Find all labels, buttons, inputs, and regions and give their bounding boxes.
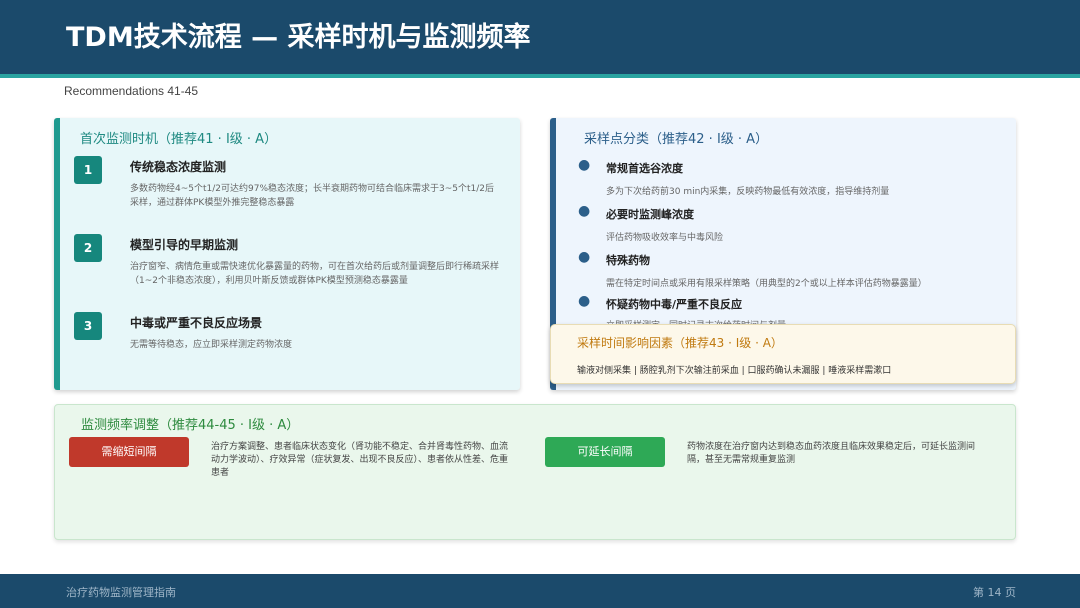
bullet-icon: ● (578, 249, 591, 265)
item-number-badge: 3 (74, 312, 102, 340)
first-monitoring-card: 首次监测时机（推荐41 · Ⅰ级 · A） 1 传统稳态浓度监测 多数药物经4~… (54, 118, 520, 390)
sampling-point-desc: 需在特定时间点或采用有限采样策略（用典型的2个或以上样本评估药物暴露量） (606, 279, 927, 289)
page-title: TDM技术流程 — 采样时机与监测频率 (66, 22, 531, 53)
sampling-point-title: 必要时监测峰浓度 (606, 208, 694, 221)
shorten-interval-tag: 需缩短间隔 (69, 437, 189, 467)
item-title: 传统稳态浓度监测 (130, 160, 227, 174)
sampling-point-title: 常规首选谷浓度 (606, 162, 683, 175)
bullet-icon: ● (578, 203, 591, 219)
item-number-badge: 1 (74, 156, 102, 184)
header-accent-line (0, 74, 1080, 78)
bullet-icon: ● (578, 157, 591, 173)
page-subtitle: Recommendations 41-45 (64, 84, 199, 98)
sampling-point-title: 特殊药物 (606, 254, 650, 267)
sampling-point-title: 怀疑药物中毒/严重不良反应 (606, 298, 743, 311)
item-description: 多数药物经4~5个t1/2可达约97%稳态浓度；长半衰期药物可结合临床需求于3~… (130, 184, 495, 208)
extend-interval-tag: 可延长间隔 (545, 437, 665, 467)
monitoring-frequency-heading: 监测频率调整（推荐44-45 · Ⅰ级 · A） (81, 418, 300, 433)
monitoring-frequency-card: 监测频率调整（推荐44-45 · Ⅰ级 · A） 需缩短间隔 治疗方案调整、患者… (54, 404, 1016, 540)
sampling-points-heading: 采样点分类（推荐42 · Ⅰ级 · A） (584, 132, 769, 147)
item-title: 模型引导的早期监测 (130, 238, 239, 252)
footer-doc-title: 治疗药物监测管理指南 (66, 586, 176, 599)
first-monitoring-heading: 首次监测时机（推荐41 · Ⅰ级 · A） (80, 132, 278, 147)
sampling-factors-text: 输液对侧采集 | 肠腔乳剂下次输注前采血 | 口服药确认未漏服 | 唾液采样需漱… (577, 366, 892, 376)
bullet-icon: ● (578, 293, 591, 309)
item-description: 治疗窗窄、病情危重或需快速优化暴露量的药物，可在首次给药后或剂量调整后即行稀疏采… (130, 262, 500, 286)
sampling-point-desc: 多为下次给药前30 min内采集，反映药物最低有效浓度，指导维持剂量 (606, 187, 890, 197)
extend-interval-desc: 药物浓度在治疗窗内达到稳态血药浓度且临床效果稳定后，可延长监测间隔，甚至无需常规… (687, 442, 976, 465)
sampling-factors-heading: 采样时间影响因素（推荐43 · Ⅰ级 · A） (577, 336, 783, 350)
shorten-interval-desc: 治疗方案调整、患者临床状态变化（肾功能不稳定、合并肾毒性药物、血流动力学波动）、… (211, 442, 509, 478)
item-title: 中毒或严重不良反应场景 (130, 316, 263, 330)
item-description: 无需等待稳态，应立即采样测定药物浓度 (130, 340, 293, 350)
sampling-point-desc: 评估药物吸收效率与中毒风险 (606, 233, 724, 243)
item-number-badge: 2 (74, 234, 102, 262)
footer-page-number: 第 14 页 (973, 586, 1016, 599)
sampling-factors-card: 采样时间影响因素（推荐43 · Ⅰ级 · A） 输液对侧采集 | 肠腔乳剂下次输… (550, 324, 1016, 384)
footer-bar: 治疗药物监测管理指南 第 14 页 (0, 574, 1080, 608)
header-bar: TDM技术流程 — 采样时机与监测频率 (0, 0, 1080, 74)
